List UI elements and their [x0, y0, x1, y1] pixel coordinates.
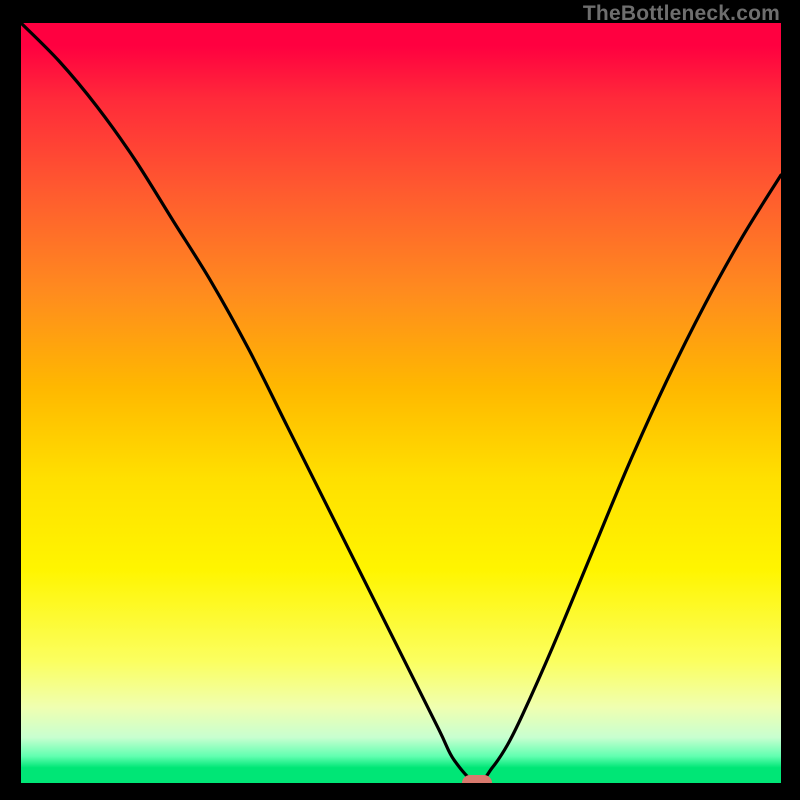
plot-area	[21, 23, 781, 783]
chart-frame: TheBottleneck.com	[0, 0, 800, 800]
watermark-text: TheBottleneck.com	[583, 2, 780, 26]
bottleneck-curve	[21, 23, 781, 783]
optimum-marker	[462, 775, 492, 783]
